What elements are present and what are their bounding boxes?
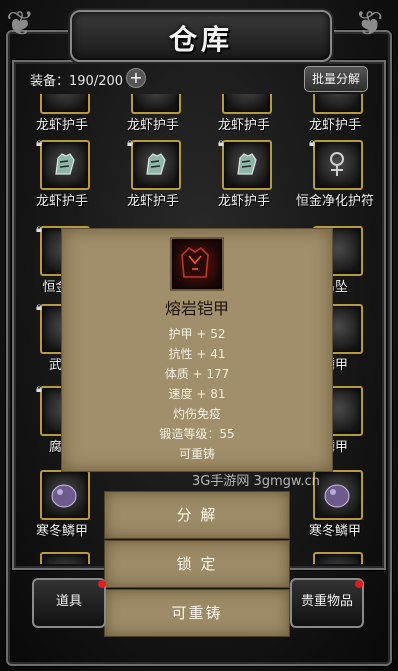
item-slot[interactable]: 龙虾护手 xyxy=(18,94,106,144)
recast-button[interactable]: 可重铸 xyxy=(105,590,289,636)
stat-constitution: 体质 + 177 xyxy=(164,367,230,381)
batch-decompose-button[interactable]: 批量分解 xyxy=(304,66,368,92)
lock-icon: 🔒︎ xyxy=(36,136,42,149)
title-bar: 仓库 xyxy=(70,10,332,62)
item-slot[interactable]: 寒冬鳞甲 xyxy=(18,470,106,550)
page-title: 仓库 xyxy=(168,23,233,56)
notification-dot xyxy=(355,580,363,588)
watermark: 3G手游网 3gmgw.cn xyxy=(192,474,320,489)
gauntlet-icon xyxy=(237,153,257,175)
ornament-left-icon: ❦ xyxy=(6,4,35,44)
ornament-right-icon: ❦ xyxy=(355,4,384,44)
scale-armor-icon xyxy=(324,484,350,508)
item-slot[interactable]: 龙虾护手 xyxy=(200,94,288,144)
item-label: 龙虾护手 xyxy=(126,194,179,209)
item-label: 龙虾护手 xyxy=(35,194,88,209)
gauntlet-icon: 🔒︎ xyxy=(127,136,181,190)
lock-icon: 🔒︎ xyxy=(36,300,42,313)
item-slot[interactable] xyxy=(18,552,106,564)
screen: ❦ ❦ 仓库 装备：190/200 + 批量分解 龙虾护手 龙虾护手 龙虾护手 … xyxy=(0,0,398,671)
item-label: 寒冬鳞甲 xyxy=(35,524,88,539)
item-label: 龙虾护手 xyxy=(308,118,361,133)
scale-armor-icon xyxy=(40,470,90,520)
amulet-icon xyxy=(330,152,344,176)
stat-resistance: 抗性 + 41 xyxy=(168,347,226,361)
lava-armor-icon xyxy=(170,237,224,291)
gauntlet-icon xyxy=(146,153,166,175)
item-name: 熔岩铠甲 xyxy=(164,299,229,318)
valuables-tab[interactable]: 贵重物品 xyxy=(290,578,364,628)
item-slot[interactable]: 🔒︎ 恒金净化护符 xyxy=(291,136,379,220)
expand-capacity-button[interactable]: + xyxy=(126,68,146,88)
gauntlet-icon xyxy=(55,153,75,175)
capacity-label: 装备：190/200 xyxy=(30,74,124,89)
stat-recastable: 可重铸 xyxy=(178,447,215,461)
items-tab[interactable]: 道具 xyxy=(32,578,106,628)
decompose-button[interactable]: 分 解 xyxy=(105,492,289,538)
lock-icon: 🔒︎ xyxy=(36,382,42,395)
stat-burn-immunity: 灼伤免疫 xyxy=(172,407,221,421)
item-label: 龙虾护手 xyxy=(217,194,270,209)
gauntlet-icon: 🔒︎ xyxy=(36,136,90,190)
item-label: 龙虾护手 xyxy=(126,118,179,133)
stat-armor: 护甲 + 52 xyxy=(168,327,226,341)
scale-armor-icon xyxy=(313,470,363,520)
lock-icon: 🔒︎ xyxy=(127,136,133,149)
item-label: 龙虾护手 xyxy=(35,118,88,133)
item-slot[interactable] xyxy=(291,552,379,564)
gauntlet-icon xyxy=(222,94,272,114)
lock-icon: 🔒︎ xyxy=(36,222,42,235)
gauntlet-icon xyxy=(313,94,363,114)
gauntlet-icon: 🔒︎ xyxy=(218,136,272,190)
amulet-icon: 🔒︎ xyxy=(309,136,363,190)
scale-armor-icon xyxy=(51,484,77,508)
item-label: 寒冬鳞甲 xyxy=(308,524,361,539)
stat-speed: 速度 + 81 xyxy=(168,387,226,401)
item-label: 龙虾护手 xyxy=(217,118,270,133)
item-label: 恒金净化护符 xyxy=(295,194,374,209)
item-slot[interactable]: 🔒︎ 龙虾护手 xyxy=(200,136,288,220)
gauntlet-icon xyxy=(40,94,90,114)
item-icon xyxy=(313,552,363,564)
lava-armor-glyph xyxy=(181,246,209,278)
item-slot[interactable]: 🔒︎ 龙虾护手 xyxy=(109,136,197,220)
gauntlet-icon xyxy=(131,94,181,114)
item-slot[interactable]: 龙虾护手 xyxy=(291,94,379,144)
item-tooltip: 熔岩铠甲 护甲 + 52 抗性 + 41 体质 + 177 速度 + 81 灼伤… xyxy=(62,229,332,471)
lock-button[interactable]: 锁 定 xyxy=(105,541,289,587)
lock-icon: 🔒︎ xyxy=(218,136,224,149)
item-slot[interactable]: 🔒︎ 龙虾护手 xyxy=(18,136,106,220)
stat-forge-level: 锻造等级：55 xyxy=(159,427,235,441)
notification-dot xyxy=(98,580,106,588)
item-slot[interactable]: 龙虾护手 xyxy=(109,94,197,144)
lock-icon: 🔒︎ xyxy=(309,136,315,149)
item-icon xyxy=(40,552,90,564)
